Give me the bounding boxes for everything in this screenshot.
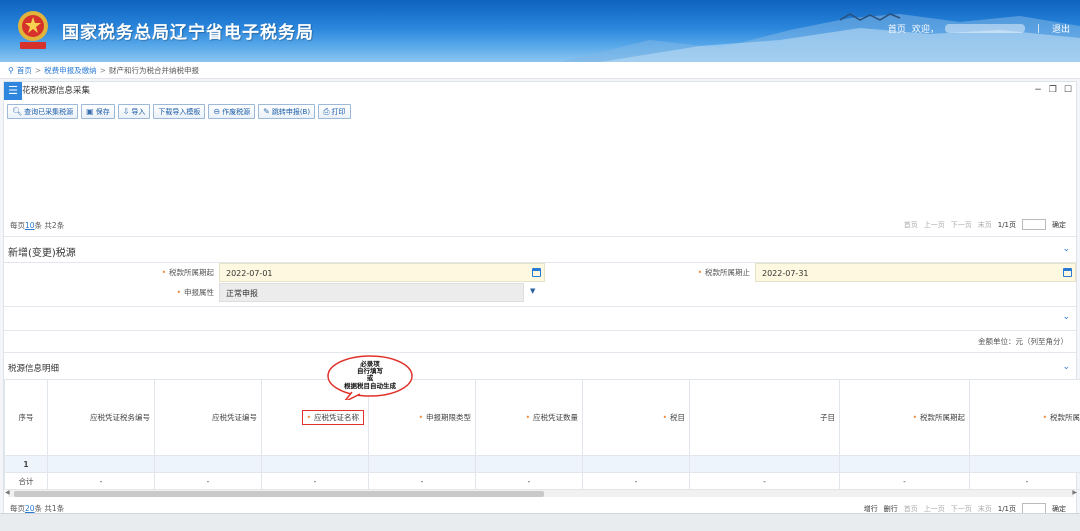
save-icon: ▣ xyxy=(86,107,94,116)
goto-confirm-button[interactable]: 确定 xyxy=(1052,220,1066,230)
jump-icon: ✎ xyxy=(263,107,270,116)
declare-attr-row: • 申报属性 正常申报 ▼ xyxy=(4,283,1076,303)
top-nav: 首页 欢迎， | 退出 xyxy=(888,22,1070,36)
next-page-link[interactable]: 下一页 xyxy=(951,220,972,230)
import-button[interactable]: ⇩ 导入 xyxy=(117,104,151,119)
search-icon: 🔍︎ xyxy=(12,107,23,116)
panel-title: 花税税源信息采集 xyxy=(22,86,91,96)
add-row-button[interactable]: 增行 xyxy=(864,504,878,514)
download-template-button[interactable]: 下载导入模板 xyxy=(153,104,206,119)
save-button[interactable]: ▣ 保存 xyxy=(81,104,115,119)
scroll-left-icon[interactable]: ◀ xyxy=(5,489,10,496)
next-page-link[interactable]: 下一页 xyxy=(951,504,972,514)
jump-declare-button[interactable]: ✎ 跳转申报(B) xyxy=(258,104,316,119)
goto-confirm-button[interactable]: 确定 xyxy=(1052,504,1066,514)
col-tax-item: • 税目 xyxy=(582,379,690,456)
col-voucher-count: • 应税凭证数量 xyxy=(475,379,583,456)
void-source-button[interactable]: ⊖ 作废税源 xyxy=(208,104,256,119)
table-row[interactable]: 1 xyxy=(4,455,1080,473)
site-header: 国家税务总局辽宁省电子税务局 首页 欢迎， | 退出 xyxy=(0,0,1080,62)
detail-table: 序号 应税凭证税务编号 应税凭证编号 • 应税凭证名称 • 申报期限类型 • 应税凭证… xyxy=(4,379,1080,490)
print-button[interactable]: ⎙ 打印 xyxy=(318,104,351,119)
table-header-row: 序号 应税凭证税务编号 应税凭证编号 • 应税凭证名称 • 申报期限类型 • 应税凭证… xyxy=(4,379,1080,456)
site-title: 国家税务总局辽宁省电子税务局 xyxy=(62,23,314,43)
user-name-redacted xyxy=(944,24,1025,33)
breadcrumb-current: 财产和行为税合并纳税申报 xyxy=(108,65,199,75)
period-end-field[interactable]: 2022-07-31 xyxy=(755,263,1076,282)
breadcrumb-sep: > xyxy=(34,65,42,75)
calendar-icon[interactable] xyxy=(532,268,541,277)
page-size-link[interactable]: 20 xyxy=(25,504,35,513)
col-period-start: • 税款所属期起 xyxy=(839,379,970,456)
period-end-label: • 税款所属期止 xyxy=(697,268,750,277)
col-voucher-no: 应税凭证编号 xyxy=(154,379,262,456)
declare-attr-label: • 申报属性 xyxy=(176,288,214,297)
toolbar: 🔍︎ 查询已采集税源 ▣ 保存 ⇩ 导入 下载导入模板 ⊖ 作废税源 ✎ 跳转申报(B) … xyxy=(7,104,351,120)
prev-page-link[interactable]: 上一页 xyxy=(924,504,945,514)
callout-text: 必录项 自行填写 或 根据税目自动生成 xyxy=(344,360,396,390)
scroll-right-icon[interactable]: ▶ xyxy=(1072,489,1077,496)
import-icon: ⇩ xyxy=(122,107,130,116)
horizontal-scrollbar[interactable]: ◀ ▶ xyxy=(5,489,1077,497)
highlight-box: • 应税凭证名称 xyxy=(301,410,364,425)
period-start-label: • 税款所属期起 xyxy=(161,268,214,277)
restore-icon[interactable]: ❐ xyxy=(1049,85,1057,95)
breadcrumb-home[interactable]: 首页 xyxy=(17,65,32,76)
pager-top: 每页10条 共2条 xyxy=(10,221,65,230)
col-period-end: • 税款所属 xyxy=(969,379,1080,456)
page-indicator: 1/1页 xyxy=(997,504,1016,513)
scrollbar-thumb[interactable] xyxy=(14,491,544,497)
period-start-field[interactable]: 2022-07-01 xyxy=(219,263,545,282)
void-icon: ⊖ xyxy=(213,107,221,116)
bottom-bar xyxy=(0,513,1080,531)
breadcrumb-sep: > xyxy=(99,65,106,75)
location-pin-icon: ⚲ xyxy=(8,65,14,75)
nav-home-link[interactable]: 首页 xyxy=(888,22,906,35)
query-collected-button[interactable]: 🔍︎ 查询已采集税源 xyxy=(7,104,79,119)
menu-toggle-icon[interactable]: ☰ xyxy=(4,82,22,100)
col-sub-item: 子目 xyxy=(689,379,840,456)
first-page-link[interactable]: 首页 xyxy=(904,220,918,230)
chevron-down-icon[interactable]: ⌄ xyxy=(1062,362,1070,372)
amount-unit-note: 金额单位：元（列至角分） xyxy=(978,337,1068,346)
first-page-link[interactable]: 首页 xyxy=(904,504,918,514)
divider xyxy=(4,330,1076,331)
declare-attr-select[interactable]: 正常申报 xyxy=(219,283,524,302)
window-controls: − ❐ ☐ xyxy=(1034,85,1072,95)
logout-link[interactable]: 退出 xyxy=(1052,22,1070,35)
divider xyxy=(4,236,1076,237)
page-size-link[interactable]: 10 xyxy=(25,221,35,230)
maximize-icon[interactable]: ☐ xyxy=(1064,85,1072,95)
nav-welcome-text: 欢迎， xyxy=(911,25,939,35)
breadcrumb: ⚲ 首页 > 税费申报及缴纳 > 财产和行为税合并纳税申报 xyxy=(0,62,1080,79)
prev-page-link[interactable]: 上一页 xyxy=(924,220,945,230)
national-emblem-icon xyxy=(18,11,48,49)
period-row: • 税款所属期起 2022-07-01 • 税款所属期止 2022-07-31 xyxy=(4,263,1076,283)
calendar-icon[interactable] xyxy=(1063,268,1072,277)
dropdown-arrow-icon[interactable]: ▼ xyxy=(530,287,1072,295)
chevron-down-icon[interactable]: ⌄ xyxy=(1062,244,1070,254)
pager-top-nav: 首页 上一页 下一页 末页 1/1页 确定 xyxy=(904,219,1066,230)
print-icon: ⎙ xyxy=(323,106,330,116)
source-collection-panel: ☰ 花税税源信息采集 − ❐ ☐ 🔍︎ 查询已采集税源 ▣ 保存 ⇩ 导入 下载导入模… xyxy=(3,81,1080,521)
new-source-title: 新增(变更)税源 xyxy=(8,248,76,259)
goto-page-input[interactable] xyxy=(1022,219,1046,230)
table-total-row: 合计 - - - - - - - - - xyxy=(4,472,1080,490)
last-page-link[interactable]: 末页 xyxy=(978,504,992,514)
divider xyxy=(4,352,1076,353)
nav-separator: | xyxy=(1036,23,1040,34)
last-page-link[interactable]: 末页 xyxy=(978,220,992,230)
chevron-down-icon[interactable]: ⌄ xyxy=(1062,312,1070,322)
col-seq: 序号 xyxy=(4,379,48,456)
col-voucher-tax-no: 应税凭证税务编号 xyxy=(47,379,155,456)
breadcrumb-tax-declare[interactable]: 税费申报及缴纳 xyxy=(44,65,97,76)
detail-title: 税源信息明细 xyxy=(8,364,60,374)
delete-row-button[interactable]: 删行 xyxy=(884,504,898,514)
divider xyxy=(4,306,1076,307)
page-indicator: 1/1页 xyxy=(997,220,1016,229)
minimize-icon[interactable]: − xyxy=(1034,85,1042,95)
